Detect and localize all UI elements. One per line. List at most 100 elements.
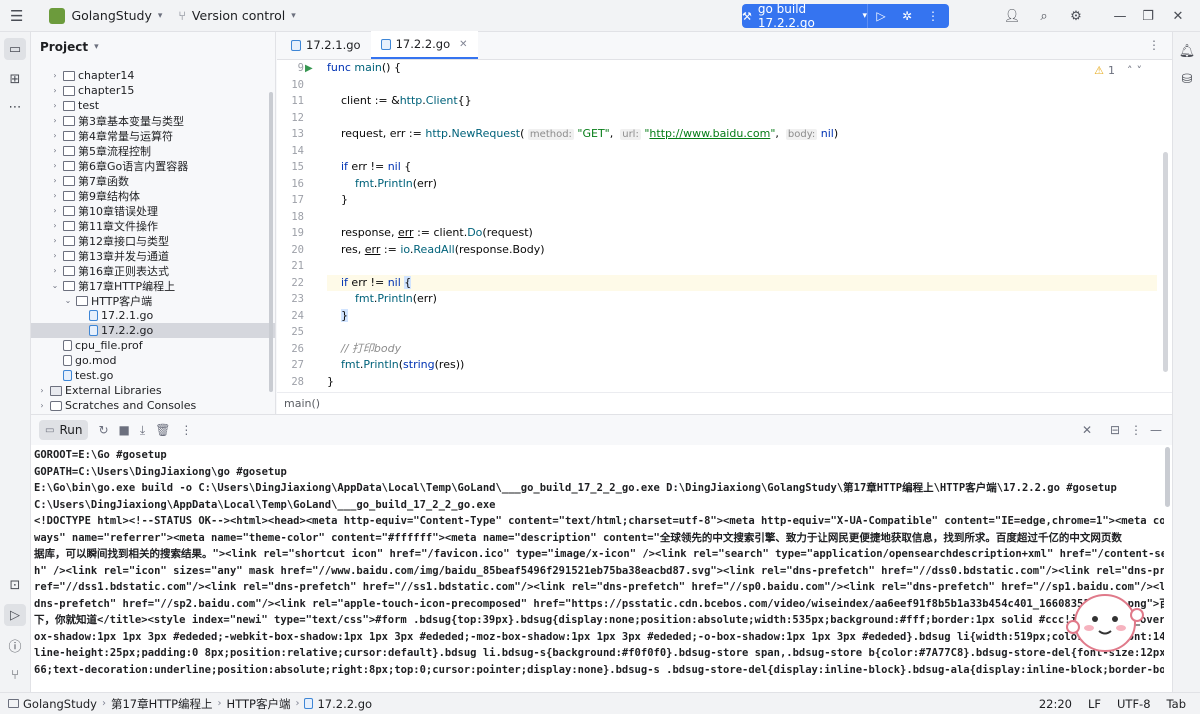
tree-item[interactable]: cpu_file.prof bbox=[31, 338, 275, 353]
chevron-right-icon[interactable]: › bbox=[50, 116, 60, 125]
rerun-icon[interactable]: ↻ bbox=[98, 423, 108, 437]
chevron-right-icon[interactable]: › bbox=[50, 266, 60, 275]
main-menu-button[interactable]: ☰ bbox=[0, 0, 31, 32]
chevron-right-icon[interactable]: › bbox=[37, 401, 47, 410]
tree-item[interactable]: › 第12章接口与类型 bbox=[31, 233, 275, 248]
tree-item[interactable]: › 第10章错误处理 bbox=[31, 203, 275, 218]
console-line: 66;text-decoration:underline;position:ab… bbox=[34, 663, 1164, 676]
chevron-down-icon[interactable]: ⌄ bbox=[50, 281, 60, 290]
code-view[interactable]: func main() { client := &http.Client{} r… bbox=[327, 60, 1157, 392]
tree-item[interactable]: 17.2.1.go bbox=[31, 308, 275, 323]
line-separator[interactable]: LF bbox=[1080, 697, 1109, 711]
status-crumb-folder[interactable]: HTTP客户端 bbox=[222, 696, 296, 712]
tree-item[interactable]: › chapter14 bbox=[31, 68, 275, 83]
indent-setting[interactable]: Tab bbox=[1159, 697, 1200, 711]
chevron-right-icon[interactable]: › bbox=[50, 146, 60, 155]
more-run-button[interactable]: ⋮ bbox=[920, 4, 946, 28]
notifications-icon[interactable]: 🔔︎ bbox=[1176, 40, 1198, 62]
stop-icon[interactable]: ■ bbox=[119, 423, 130, 437]
tree-item[interactable]: › test bbox=[31, 98, 275, 113]
problems-tool-icon[interactable]: ⓘ bbox=[4, 634, 26, 656]
terminal-tool-icon[interactable]: ⊡ bbox=[4, 574, 26, 596]
scratch-icon bbox=[50, 400, 62, 411]
tree-item[interactable]: › 第7章函数 bbox=[31, 173, 275, 188]
tab-17-2-2[interactable]: 17.2.2.go ✕ bbox=[370, 31, 478, 59]
trash-icon[interactable]: 🗑︎ bbox=[155, 423, 170, 437]
status-crumb-file[interactable]: 17.2.2.go bbox=[299, 697, 377, 711]
caret-position[interactable]: 22:20 bbox=[1031, 697, 1080, 711]
run-tool-icon[interactable]: ▷ bbox=[4, 604, 26, 626]
tree-item[interactable]: go.mod bbox=[31, 353, 275, 368]
run-config-selector[interactable]: ⚒ go build 17.2.2.go ▾ bbox=[742, 2, 867, 30]
settings-button[interactable]: ⚙ bbox=[1054, 0, 1098, 32]
git-tool-icon[interactable]: ⑂ bbox=[4, 664, 26, 686]
layout-icon[interactable]: ⊟ bbox=[1110, 423, 1120, 437]
console-scrollbar[interactable] bbox=[1165, 447, 1170, 507]
tree-item[interactable]: › 第16章正则表达式 bbox=[31, 263, 275, 278]
file-encoding[interactable]: UTF-8 bbox=[1109, 697, 1159, 711]
status-crumb-chapter[interactable]: 第17章HTTP编程上 bbox=[106, 696, 218, 712]
line-number: 13 bbox=[291, 128, 304, 140]
tree-item[interactable]: › 第6章Go语言内置容器 bbox=[31, 158, 275, 173]
chevron-right-icon[interactable]: › bbox=[50, 191, 60, 200]
tree-item[interactable]: ⌄ 第17章HTTP编程上 bbox=[31, 278, 275, 293]
status-bar: GolangStudy › 第17章HTTP编程上 › HTTP客户端 › 17… bbox=[0, 692, 1200, 714]
options-icon[interactable]: ⋮ bbox=[1130, 423, 1142, 437]
close-panel-icon[interactable]: ✕ bbox=[1082, 423, 1092, 437]
chevron-right-icon[interactable]: › bbox=[50, 71, 60, 80]
run-gutter-icon[interactable]: ▶ bbox=[305, 63, 313, 74]
branch-icon: ⑂ bbox=[178, 8, 186, 23]
tree-item[interactable]: › 第4章常量与运算符 bbox=[31, 128, 275, 143]
tree-item[interactable]: › External Libraries bbox=[31, 383, 275, 398]
chevron-down-icon[interactable]: ⌄ bbox=[63, 296, 73, 305]
tree-item[interactable]: › chapter15 bbox=[31, 83, 275, 98]
tree-item[interactable]: test.go bbox=[31, 368, 275, 383]
tree-item[interactable]: ⌄ HTTP客户端 bbox=[31, 293, 275, 308]
code-line: // 打印body bbox=[341, 341, 402, 355]
more-icon[interactable]: ⋮ bbox=[180, 423, 192, 437]
tree-item[interactable]: › 第9章结构体 bbox=[31, 188, 275, 203]
chevron-right-icon[interactable]: › bbox=[50, 251, 60, 260]
editor-scrollbar[interactable] bbox=[1163, 152, 1168, 372]
cartoon-sticker bbox=[1066, 594, 1144, 652]
chevron-right-icon[interactable]: › bbox=[50, 131, 60, 140]
tree-item[interactable]: › 第11章文件操作 bbox=[31, 218, 275, 233]
close-tab-icon[interactable]: ✕ bbox=[459, 39, 467, 50]
chevron-right-icon[interactable]: › bbox=[50, 206, 60, 215]
chevron-right-icon[interactable]: › bbox=[50, 176, 60, 185]
tree-item[interactable]: 17.2.2.go bbox=[31, 323, 275, 338]
tree-item[interactable]: › 第5章流程控制 bbox=[31, 143, 275, 158]
hide-panel-icon[interactable]: — bbox=[1150, 423, 1162, 437]
console-output[interactable]: GOROOT=E:\Go #gosetup GOPATH=C:\Users\Di… bbox=[34, 447, 1164, 693]
scroll-end-icon[interactable]: ⤓ bbox=[140, 423, 145, 438]
chevron-right-icon[interactable]: › bbox=[50, 86, 60, 95]
more-tools-icon[interactable]: ⋯ bbox=[4, 96, 26, 118]
tree-item[interactable]: › Scratches and Consoles bbox=[31, 398, 275, 413]
chevron-right-icon[interactable]: › bbox=[50, 161, 60, 170]
line-number: 14 bbox=[291, 144, 304, 157]
code-breadcrumb[interactable]: main() bbox=[277, 392, 1172, 414]
chevron-right-icon[interactable]: › bbox=[37, 386, 47, 395]
structure-tool-icon[interactable]: ⊞ bbox=[4, 68, 26, 90]
run-button[interactable]: ▷ bbox=[868, 4, 894, 28]
project-tool-icon[interactable]: ▭ bbox=[4, 38, 26, 60]
chevron-right-icon[interactable]: › bbox=[50, 221, 60, 230]
tab-17-2-1[interactable]: 17.2.1.go bbox=[281, 31, 371, 59]
tree-item[interactable]: › 第13章并发与通道 bbox=[31, 248, 275, 263]
project-selector[interactable]: GolangStudy ▾ bbox=[41, 0, 170, 32]
run-tab[interactable]: ▭ Run bbox=[39, 420, 89, 440]
close-button[interactable]: ✕ bbox=[1156, 0, 1200, 32]
chevron-right-icon[interactable]: › bbox=[50, 101, 60, 110]
tabs-more-icon[interactable]: ⋮ bbox=[1148, 38, 1160, 52]
tree-item-label: cpu_file.prof bbox=[75, 339, 143, 352]
tree-scrollbar[interactable] bbox=[269, 92, 273, 392]
code-line-current: if err != nil { bbox=[327, 274, 1157, 291]
tree-item[interactable]: › 第3章基本变量与类型 bbox=[31, 113, 275, 128]
chevron-down-icon: ▾ bbox=[94, 42, 99, 52]
chevron-right-icon[interactable]: › bbox=[50, 236, 60, 245]
database-icon[interactable]: ⛁ bbox=[1176, 68, 1198, 90]
vcs-selector[interactable]: ⑂ Version control ▾ bbox=[170, 0, 303, 32]
status-crumb-project[interactable]: GolangStudy bbox=[0, 697, 102, 711]
status-crumb-label: GolangStudy bbox=[23, 696, 97, 711]
debug-button[interactable]: ✲ bbox=[894, 4, 920, 28]
